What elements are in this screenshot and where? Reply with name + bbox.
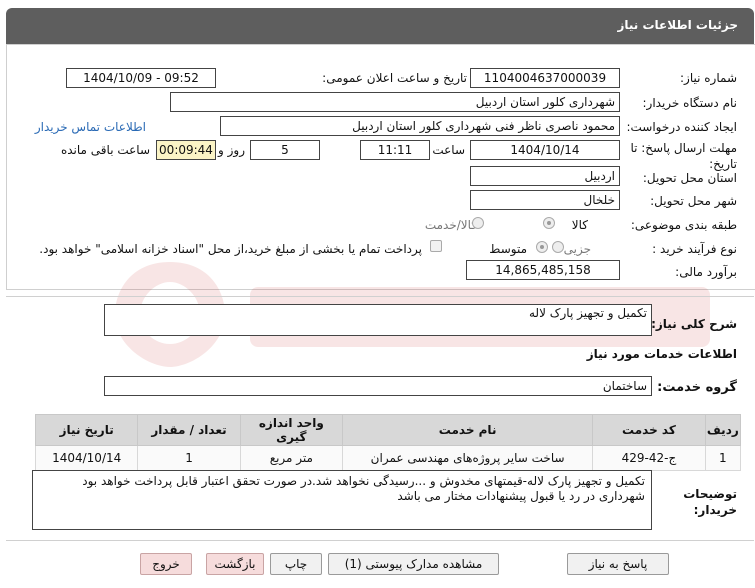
process-medium-radio[interactable] — [536, 241, 548, 253]
deadline-time-label: ساعت — [432, 143, 465, 157]
buyer-notes-label-1: توضیحات — [683, 487, 737, 501]
back-button[interactable]: بازگشت — [206, 553, 264, 575]
col-need-date: تاریخ نیاز — [34, 414, 139, 446]
buyer-org-field: شهرداری کلور استان اردبیل — [170, 92, 620, 112]
process-option-medium-label: متوسط — [489, 242, 527, 256]
service-group-field: ساختمان — [104, 376, 652, 396]
divider — [6, 296, 754, 297]
col-quantity: تعداد / مقدار — [137, 414, 241, 446]
payment-note: پرداخت تمام یا بخشی از مبلغ خرید،از محل … — [39, 242, 422, 256]
province-label: استان محل تحویل: — [642, 171, 737, 185]
city-field: خلخال — [470, 190, 620, 210]
exit-button[interactable]: خروج — [140, 553, 192, 575]
need-number-label: شماره نیاز: — [680, 71, 737, 85]
services-heading: اطلاعات خدمات مورد نیاز — [586, 347, 737, 361]
summary-label: شرح کلی نیاز: — [651, 317, 737, 331]
buyer-org-label: نام دستگاه خریدار: — [642, 96, 738, 110]
requester-label: ایجاد کننده درخواست: — [626, 120, 737, 134]
announce-date-field: 1404/10/09 - 09:52 — [66, 68, 216, 88]
col-unit: واحد اندازه گیری — [239, 414, 343, 446]
summary-textarea[interactable]: تکمیل و تجهیز پارک لاله — [104, 304, 652, 336]
time-remaining-field: 00:09:44 — [156, 140, 216, 160]
col-service-name: نام خدمت — [341, 414, 594, 446]
city-label: شهر محل تحویل: — [650, 194, 737, 208]
category-label: طبقه بندی موضوعی: — [630, 218, 737, 232]
time-remaining-label: ساعت باقی مانده — [60, 143, 150, 157]
cell-service-name: ساخت سایر پروژه‌های مهندسی عمران — [341, 445, 594, 471]
category-goods-service-radio[interactable] — [472, 217, 484, 229]
col-service-code: کد خدمت — [592, 414, 706, 446]
divider — [6, 540, 754, 541]
need-number-field: 1104004637000039 — [470, 68, 620, 88]
cell-quantity: 1 — [137, 445, 241, 471]
reply-button[interactable]: پاسخ به نیاز — [567, 553, 669, 575]
budget-label: برآورد مالی: — [675, 265, 737, 279]
buyer-notes-text: تکمیل و تجهیز پارک لاله-قیمتهای مخدوش و … — [82, 474, 645, 503]
category-goods-radio[interactable] — [543, 217, 555, 229]
category-option-goods-service-label: کالا/خدمت — [424, 218, 477, 232]
cell-service-code: ج-42-429 — [592, 445, 706, 471]
buyer-notes-label-2: خریدار: — [693, 503, 737, 517]
table-row: 1 ج-42-429 ساخت سایر پروژه‌های مهندسی عم… — [34, 445, 742, 471]
process-option-minor-label: جزیی — [563, 242, 591, 256]
deadline-date-field: 1404/10/14 — [470, 140, 620, 160]
cell-row-number: 1 — [704, 445, 742, 471]
announce-date-label: تاریخ و ساعت اعلان عمومی: — [322, 71, 467, 85]
treasury-payment-checkbox[interactable] — [430, 240, 442, 252]
view-attachments-button[interactable]: مشاهده مدارک پیوستی (1) — [328, 553, 499, 575]
deadline-date-label: تاریخ: — [709, 157, 737, 171]
table-header-row: ردیف کد خدمت نام خدمت واحد اندازه گیری ت… — [34, 414, 742, 446]
page-title: جزئیات اطلاعات نیاز — [617, 18, 738, 32]
days-label: روز و — [218, 143, 245, 157]
service-group-label: گروه خدمت: — [657, 380, 737, 395]
requester-field: محمود ناصری ناظر فنی شهرداری کلور استان … — [220, 116, 620, 136]
deadline-time-field: 11:11 — [360, 140, 430, 160]
title-bar: جزئیات اطلاعات نیاز — [6, 8, 754, 44]
buyer-notes-textarea[interactable]: تکمیل و تجهیز پارک لاله-قیمتهای مخدوش و … — [32, 470, 652, 530]
province-field: اردبیل — [470, 166, 620, 186]
services-table: ردیف کد خدمت نام خدمت واحد اندازه گیری ت… — [34, 414, 742, 471]
days-remaining-field: 5 — [250, 140, 320, 160]
print-button[interactable]: چاپ — [270, 553, 322, 575]
cell-need-date: 1404/10/14 — [34, 445, 139, 471]
cell-unit: متر مربع — [239, 445, 343, 471]
col-row-number: ردیف — [704, 414, 742, 446]
summary-text: تکمیل و تجهیز پارک لاله — [529, 306, 647, 320]
deadline-label: مهلت ارسال پاسخ: تا — [630, 141, 737, 155]
budget-field: 14,865,485,158 — [466, 260, 620, 280]
buyer-contact-link[interactable]: اطلاعات تماس خریدار — [35, 120, 146, 134]
process-type-label: نوع فرآیند خرید : — [652, 242, 737, 256]
process-minor-radio[interactable] — [552, 241, 564, 253]
category-option-goods-label: کالا — [571, 218, 588, 232]
